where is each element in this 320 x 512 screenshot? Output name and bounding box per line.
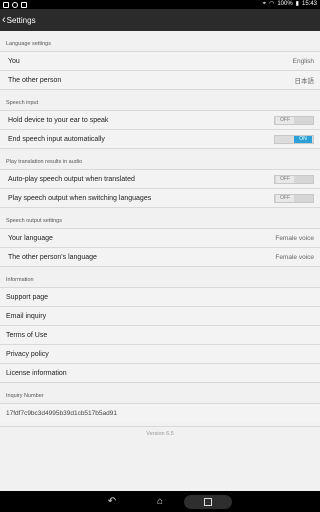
app-bar: ‹ Settings xyxy=(0,9,320,31)
page-title: Settings xyxy=(6,15,36,25)
divider xyxy=(0,89,320,90)
clock: 15:43 xyxy=(301,1,317,7)
wifi-icon: ◠ xyxy=(269,1,275,7)
setting-row-you[interactable]: You English xyxy=(0,51,320,70)
setting-label: You xyxy=(8,57,20,65)
info-item-label: Terms of Use xyxy=(6,331,48,339)
info-item-label: Privacy policy xyxy=(6,350,49,358)
location-icon: ⌖ xyxy=(262,1,267,7)
setting-label: The other person's language xyxy=(8,253,97,261)
toggle-state: OFF xyxy=(276,116,294,124)
setting-label: Hold device to your ear to speak xyxy=(8,116,109,124)
setting-row-other-person[interactable]: The other person 日本語 xyxy=(0,70,320,89)
toggle-state: OFF xyxy=(276,194,294,202)
autoplay-toggle[interactable]: OFF xyxy=(274,174,314,184)
toggle-state: ON xyxy=(294,135,312,143)
recent-apps-icon[interactable] xyxy=(184,494,232,509)
setting-value: Female voice xyxy=(275,253,314,261)
setting-value: Female voice xyxy=(275,234,314,242)
setting-label: Your language xyxy=(8,234,53,242)
navigation-bar: ↶ ⌂ xyxy=(0,491,320,512)
setting-label: End speech input automatically xyxy=(8,135,105,143)
divider xyxy=(0,266,320,267)
setting-value: English xyxy=(292,57,314,65)
chevron-left-icon: ‹ xyxy=(2,14,6,26)
setting-row-hold-device[interactable]: Hold device to your ear to speak OFF xyxy=(0,110,320,129)
info-item-terms-of-use[interactable]: Terms of Use xyxy=(0,325,320,344)
recent-square xyxy=(204,497,212,506)
notification-icons xyxy=(3,0,27,8)
message-notification-icon xyxy=(21,1,27,8)
setting-row-other-language[interactable]: The other person's language Female voice xyxy=(0,247,320,266)
info-item-privacy-policy[interactable]: Privacy policy xyxy=(0,344,320,363)
battery-percent: 100% xyxy=(277,1,293,7)
divider xyxy=(0,207,320,208)
setting-value: 日本語 xyxy=(294,78,315,85)
battery-icon: ▮ xyxy=(295,1,299,7)
section-header-inquiry: Inquiry Number xyxy=(6,392,44,399)
divider xyxy=(0,148,320,149)
info-item-support-page[interactable]: Support page xyxy=(0,287,320,306)
setting-row-your-language[interactable]: Your language Female voice xyxy=(0,228,320,247)
section-header-audio: Play translation results in audio xyxy=(6,158,83,165)
setting-label: Play speech output when switching langua… xyxy=(8,194,152,202)
gallery-notification-icon xyxy=(3,1,9,8)
setting-row-autoplay[interactable]: Auto-play speech output when translated … xyxy=(0,169,320,188)
settings-list: Language settings You English The other … xyxy=(0,31,320,491)
back-arrow-icon[interactable]: ↶ xyxy=(88,495,136,509)
sync-notification-icon xyxy=(12,1,18,8)
info-item-label: License information xyxy=(6,369,67,377)
switching-toggle[interactable]: OFF xyxy=(274,193,314,203)
info-item-label: Support page xyxy=(6,293,49,301)
home-icon[interactable]: ⌂ xyxy=(136,495,184,509)
setting-label: The other person xyxy=(8,76,62,84)
section-header-information: Information xyxy=(6,276,34,283)
toggle-state: OFF xyxy=(276,175,294,183)
info-item-label: Email inquiry xyxy=(6,312,47,320)
section-header-speech-output: Speech output settings xyxy=(6,217,62,224)
version-label: Version 6.5 xyxy=(0,426,320,440)
section-header-speech-input: Speech input xyxy=(6,99,39,106)
setting-row-end-speech[interactable]: End speech input automatically ON xyxy=(0,129,320,148)
info-item-license-information[interactable]: License information xyxy=(0,363,320,382)
inquiry-number: 17fdf7c9bc3d4995b39d1cb517b5ad91 xyxy=(0,403,320,422)
back-button[interactable]: ‹ Settings xyxy=(0,9,36,31)
status-bar: ⌖ ◠ 100% ▮ 15:43 xyxy=(0,0,320,9)
setting-row-switching[interactable]: Play speech output when switching langua… xyxy=(0,188,320,207)
section-header-language: Language settings xyxy=(6,40,51,47)
setting-label: Auto-play speech output when translated xyxy=(8,175,135,183)
hold-device-toggle[interactable]: OFF xyxy=(274,115,314,125)
status-right: ⌖ ◠ 100% ▮ 15:43 xyxy=(263,0,317,9)
info-item-email-inquiry[interactable]: Email inquiry xyxy=(0,306,320,325)
divider xyxy=(0,382,320,383)
end-speech-toggle[interactable]: ON xyxy=(274,134,314,144)
